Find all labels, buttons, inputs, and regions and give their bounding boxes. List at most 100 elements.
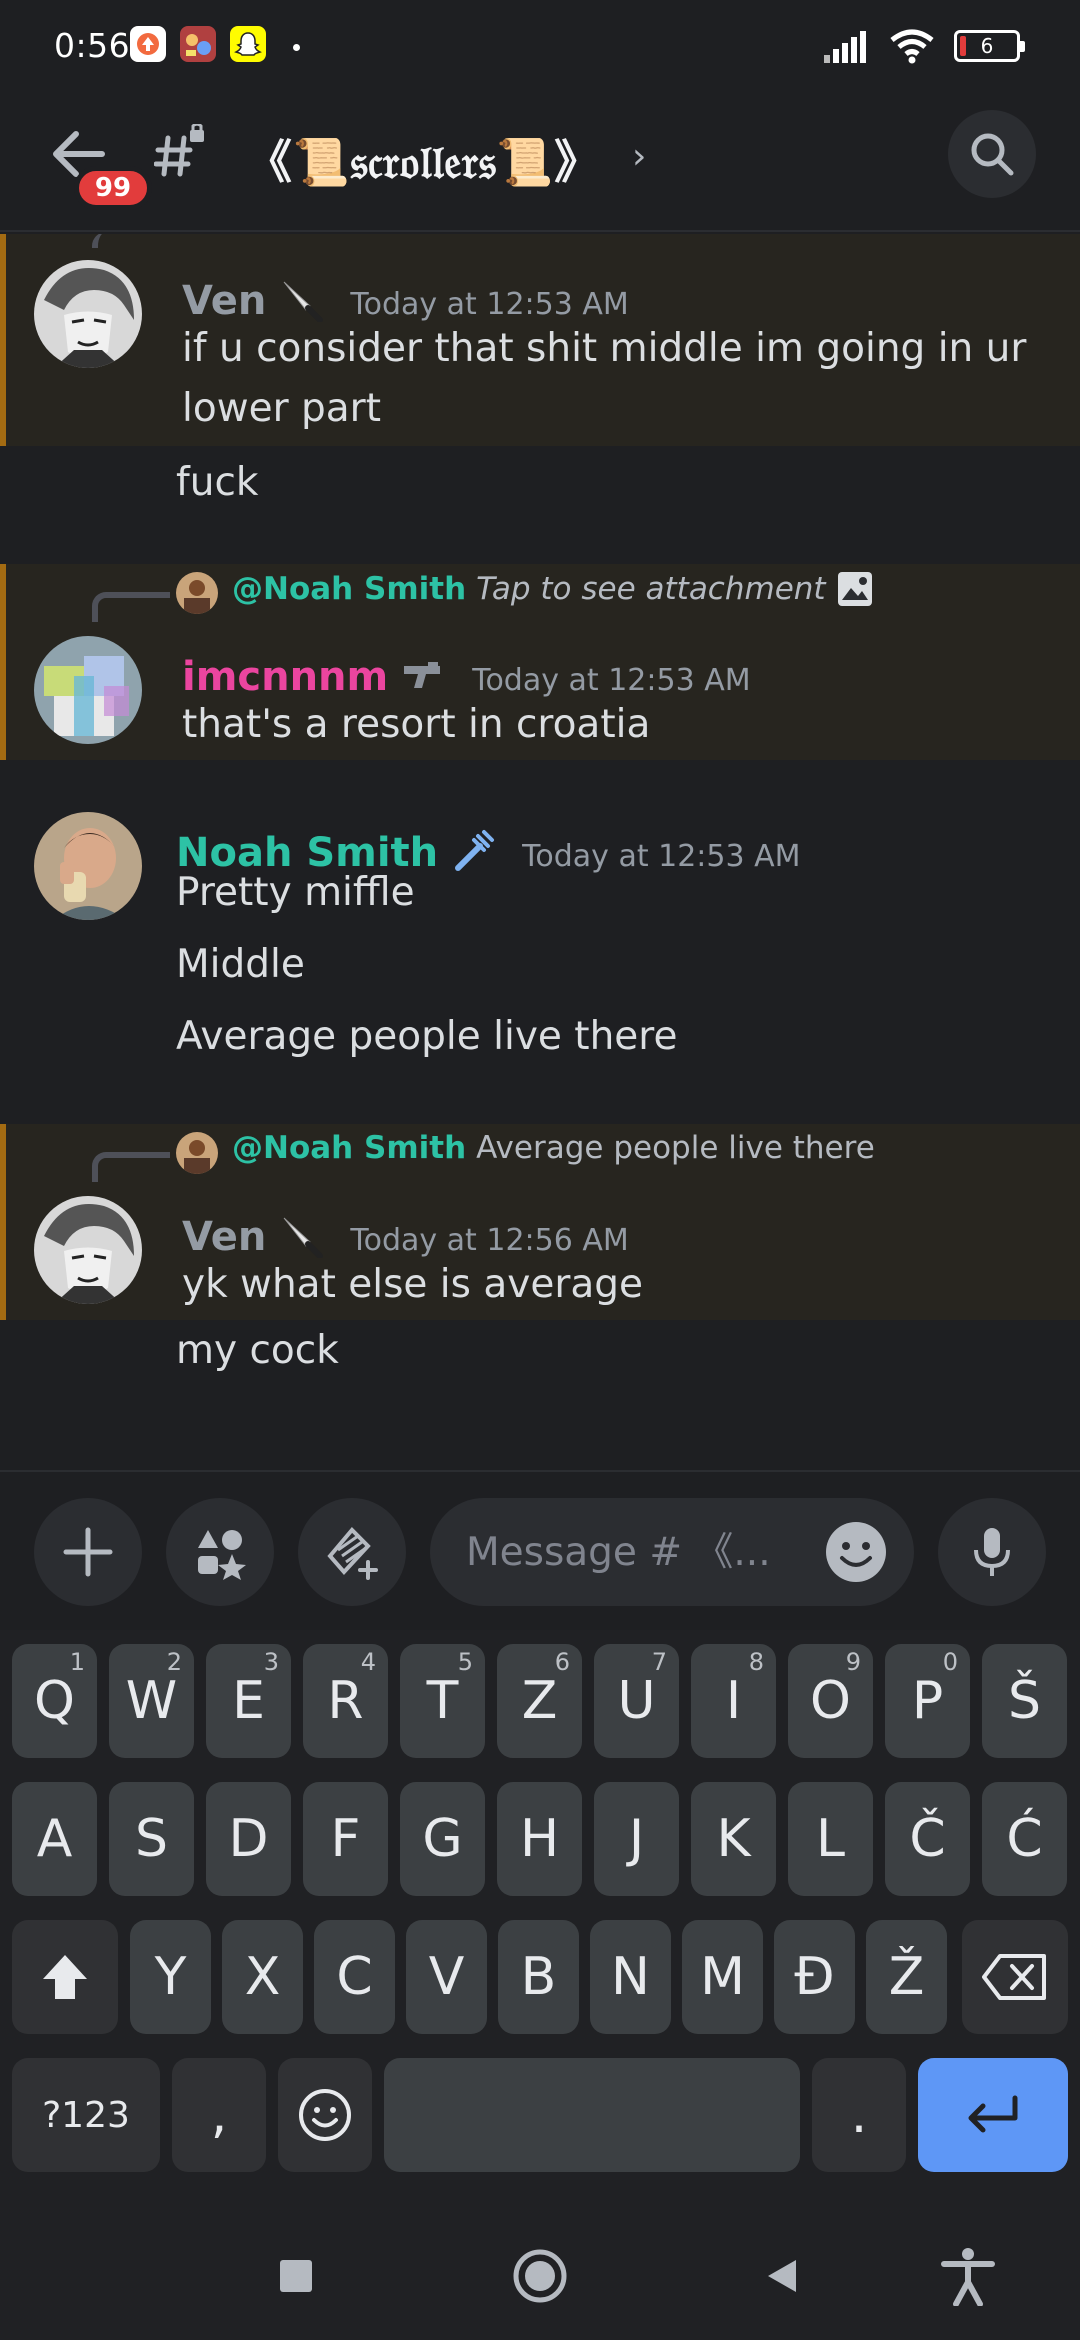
key-c[interactable]: C <box>314 1920 395 2034</box>
reply-author: @Noah Smith <box>232 571 467 607</box>
backspace-key[interactable] <box>962 1920 1068 2034</box>
key-d[interactable]: D <box>206 1782 291 1896</box>
key-q[interactable]: Q1 <box>12 1644 97 1758</box>
key-label: Đ <box>794 1947 835 2007</box>
message-text: lower part <box>182 386 381 431</box>
nav-back-button[interactable] <box>752 2246 812 2306</box>
key-e[interactable]: E3 <box>206 1644 291 1758</box>
avatar[interactable] <box>34 636 142 744</box>
key-p[interactable]: P0 <box>885 1644 970 1758</box>
key-j[interactable]: J <box>594 1782 679 1896</box>
key-f[interactable]: F <box>303 1782 388 1896</box>
channel-header: 99 《📜𝔰𝔠𝔯𝔬𝔩𝔩𝔢𝔯𝔰📜》 › <box>0 96 1080 232</box>
key-label: F <box>330 1809 361 1869</box>
enter-icon <box>968 2095 1018 2133</box>
key-t[interactable]: T5 <box>400 1644 485 1758</box>
chevron-right-icon[interactable]: › <box>632 136 646 177</box>
emoji-key[interactable] <box>278 2058 372 2172</box>
key-b[interactable]: B <box>498 1920 579 2034</box>
voice-message-button[interactable] <box>938 1498 1046 1606</box>
key-label: Q <box>34 1671 75 1731</box>
comma-key[interactable]: , <box>172 2058 266 2172</box>
author-name[interactable]: Ven <box>182 278 266 324</box>
key-r[interactable]: R4 <box>303 1644 388 1758</box>
space-key[interactable] <box>384 2058 800 2172</box>
key-hint: 8 <box>748 1648 764 1676</box>
reply-content: Average people live there <box>476 1130 875 1166</box>
key-ć[interactable]: Ć <box>982 1782 1067 1896</box>
key-x[interactable]: X <box>222 1920 303 2034</box>
avatar[interactable] <box>34 812 142 920</box>
symbols-key[interactable]: ?123 <box>12 2058 160 2172</box>
message-list[interactable]: Ven Today at 12:53 AM if u consider that… <box>0 234 1080 1470</box>
key-label: H <box>519 1809 560 1869</box>
key-i[interactable]: I8 <box>691 1644 776 1758</box>
key-s[interactable]: S <box>109 1782 194 1896</box>
reply-preview[interactable]: @Noah Smith Average people live there <box>232 1130 875 1166</box>
key-k[interactable]: K <box>691 1782 776 1896</box>
key-label: V <box>428 1947 465 2007</box>
system-navigation-bar <box>0 2210 1080 2340</box>
key-label: P <box>911 1671 944 1731</box>
gift-button[interactable] <box>298 1498 406 1606</box>
message-item[interactable]: @Noah Smith Tap to see attachment imcnnn… <box>0 564 1080 760</box>
key-w[interactable]: W2 <box>109 1644 194 1758</box>
reply-author: @Noah Smith <box>232 1130 467 1166</box>
message-text: Middle <box>176 942 305 987</box>
key-o[interactable]: O9 <box>788 1644 873 1758</box>
add-attachment-button[interactable] <box>34 1498 142 1606</box>
status-bar: 0:56 6 <box>0 0 1080 96</box>
message-text: that's a resort in croatia <box>182 702 651 747</box>
key-č[interactable]: Č <box>885 1782 970 1896</box>
key-v[interactable]: V <box>406 1920 487 2034</box>
upload-notification-icon <box>130 26 166 62</box>
accessibility-button[interactable] <box>938 2246 998 2306</box>
reply-preview[interactable]: @Noah Smith Tap to see attachment <box>232 570 874 608</box>
avatar[interactable] <box>34 260 142 368</box>
search-button[interactable] <box>948 110 1036 198</box>
message-header: Noah Smith Today at 12:53 AM <box>176 820 801 876</box>
key-label: A <box>36 1809 73 1869</box>
message-item[interactable]: @Noah Smith Average people live there Ve… <box>0 1124 1080 1320</box>
microphone-icon <box>974 1528 1010 1576</box>
author-name[interactable]: imcnnnm <box>182 654 388 700</box>
key-g[interactable]: G <box>400 1782 485 1896</box>
message-item[interactable]: Ven Today at 12:53 AM if u consider that… <box>0 234 1080 446</box>
key-h[interactable]: H <box>497 1782 582 1896</box>
enter-key[interactable] <box>918 2058 1068 2172</box>
home-button[interactable] <box>510 2246 570 2306</box>
shift-key[interactable] <box>12 1920 118 2034</box>
avatar[interactable] <box>34 1196 142 1304</box>
apps-button[interactable] <box>166 1498 274 1606</box>
channel-name[interactable]: 《📜𝔰𝔠𝔯𝔬𝔩𝔩𝔢𝔯𝔰📜》 <box>246 126 601 192</box>
emoji-picker-button[interactable] <box>824 1520 888 1584</box>
key-l[interactable]: L <box>788 1782 873 1896</box>
key-label: S <box>134 1809 168 1869</box>
key-u[interactable]: U7 <box>594 1644 679 1758</box>
reply-content: Tap to see attachment <box>476 571 826 607</box>
message-input[interactable] <box>466 1524 826 1580</box>
locked-channel-icon <box>153 122 210 180</box>
message-input-wrapper[interactable] <box>430 1498 914 1606</box>
key-label: Y <box>154 1947 187 2007</box>
message-header: imcnnnm Today at 12:53 AM <box>182 644 751 700</box>
recents-button[interactable] <box>266 2246 326 2306</box>
key-hint: 6 <box>554 1648 570 1676</box>
author-name[interactable]: Ven <box>182 1214 266 1260</box>
message-text: yk what else is average <box>182 1262 644 1307</box>
key-label: X <box>244 1947 281 2007</box>
key-label: E <box>232 1671 265 1731</box>
period-key[interactable]: . <box>812 2058 906 2172</box>
key-ž[interactable]: Ž <box>866 1920 947 2034</box>
key-š[interactable]: Š <box>982 1644 1067 1758</box>
key-a[interactable]: A <box>12 1782 97 1896</box>
wrench-icon <box>455 830 495 871</box>
key-đ[interactable]: Đ <box>774 1920 855 2034</box>
signal-icon <box>824 31 866 63</box>
key-label: J <box>628 1809 645 1869</box>
key-m[interactable]: M <box>682 1920 763 2034</box>
key-n[interactable]: N <box>590 1920 671 2034</box>
key-z[interactable]: Z6 <box>497 1644 582 1758</box>
key-y[interactable]: Y <box>130 1920 211 2034</box>
keyboard-row: Q1W2E3R4T5Z6U7I8O9P0Š <box>0 1644 1080 1758</box>
